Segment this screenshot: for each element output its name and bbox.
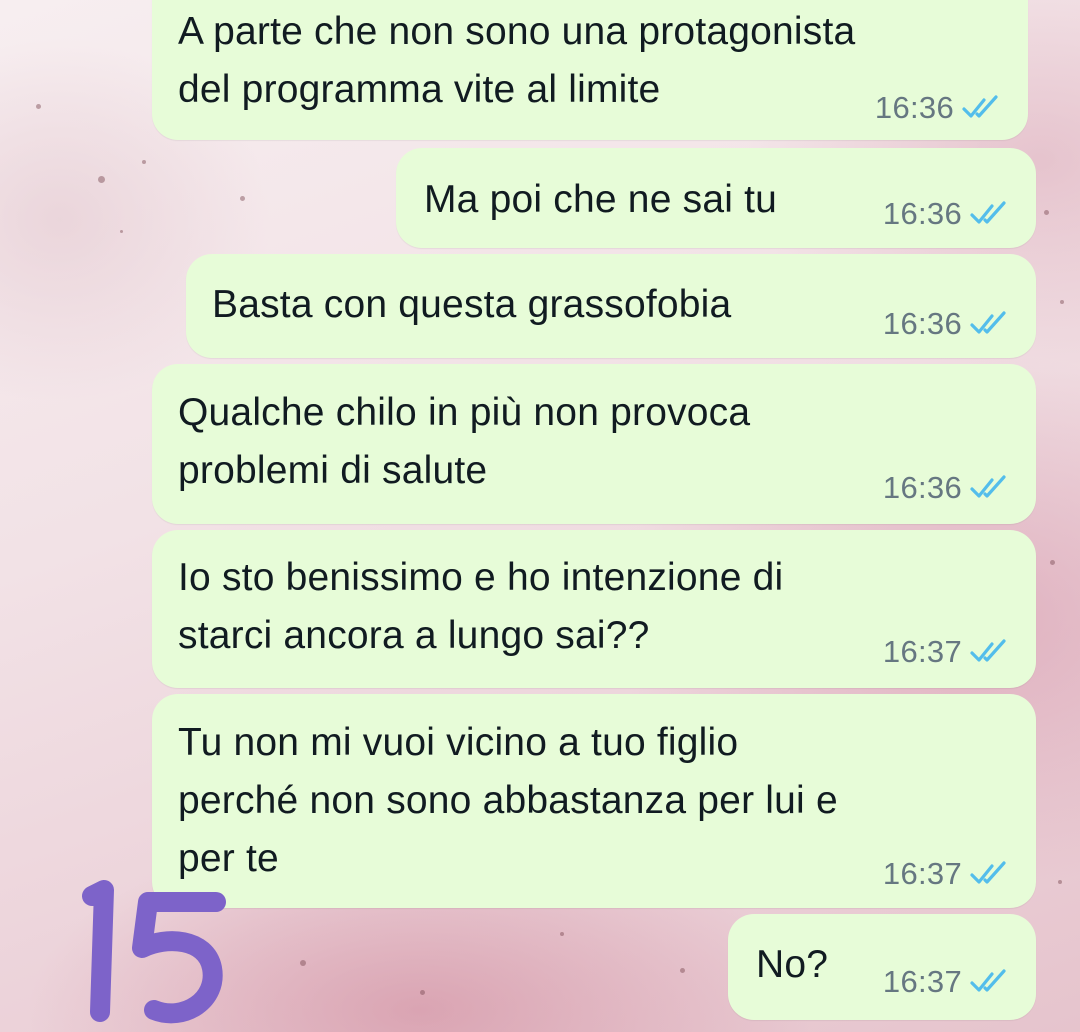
message-meta: 16:36 <box>883 196 1010 232</box>
message-text: A parte che non sono una protagonista de… <box>178 10 856 111</box>
double-check-icon <box>962 95 998 118</box>
double-check-icon <box>970 201 1006 224</box>
message-bubble[interactable]: Qualche chilo in più non provoca problem… <box>152 364 1036 524</box>
message-time: 16:37 <box>882 856 962 891</box>
message-bubble[interactable]: Io sto benissimo e ho intenzione di star… <box>152 530 1036 688</box>
double-check-icon <box>970 969 1006 992</box>
double-check-icon <box>970 311 1006 334</box>
message-time: 16:37 <box>882 964 962 999</box>
message-bubble[interactable]: Tu non mi vuoi vicino a tuo figlio perch… <box>152 694 1036 908</box>
message-time: 16:36 <box>882 306 962 341</box>
ink-stroke-one <box>82 880 114 1022</box>
message-text: Basta con questa grassofobia <box>212 283 732 326</box>
message-text: No? <box>756 943 829 986</box>
double-check-icon <box>970 475 1006 498</box>
message-time: 16:36 <box>882 470 962 505</box>
message-meta: 16:37 <box>883 856 1010 892</box>
message-time: 16:36 <box>882 196 962 231</box>
message-text: Qualche chilo in più non provoca problem… <box>178 391 751 492</box>
message-text: Tu non mi vuoi vicino a tuo figlio perch… <box>178 721 838 880</box>
message-meta: 16:36 <box>883 306 1010 342</box>
handwritten-number-annotation <box>82 880 226 1024</box>
message-text: Ma poi che ne sai tu <box>424 178 778 221</box>
message-meta: 16:36 <box>883 470 1010 506</box>
message-bubble[interactable]: Basta con questa grassofobia 16:36 <box>186 254 1036 358</box>
double-check-icon <box>970 861 1006 884</box>
message-bubble[interactable]: No? 16:37 <box>728 914 1036 1020</box>
message-time: 16:37 <box>882 634 962 669</box>
message-bubble[interactable]: Ma poi che ne sai tu 16:36 <box>396 148 1036 248</box>
message-meta: 16:37 <box>883 964 1010 1000</box>
message-text: Io sto benissimo e ho intenzione di star… <box>178 556 784 657</box>
double-check-icon <box>970 639 1006 662</box>
message-time: 16:36 <box>874 90 954 125</box>
message-meta: 16:36 <box>875 90 1002 126</box>
message-bubble[interactable]: A parte che non sono una protagonista de… <box>152 0 1028 140</box>
message-meta: 16:37 <box>883 634 1010 670</box>
ink-stroke-five <box>132 892 226 1024</box>
